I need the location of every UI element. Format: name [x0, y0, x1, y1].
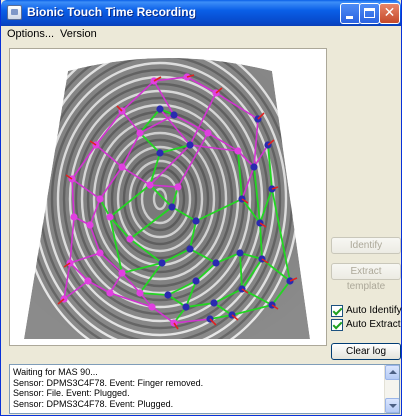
scroll-up-arrow-icon[interactable] [385, 365, 399, 380]
auto-extract-checkbox[interactable] [331, 319, 343, 331]
menu-version[interactable]: Version [60, 28, 97, 40]
auto-identify-checkbox[interactable] [331, 305, 343, 317]
log-line: Waiting for MAS 90... [13, 367, 98, 377]
identify-button[interactable]: Identify [331, 237, 401, 254]
close-icon: ✕ [383, 5, 396, 21]
minimize-icon [346, 16, 353, 19]
log-line: Sensor: File. Event: Plugged. [13, 388, 130, 398]
title-bar[interactable]: Bionic Touch Time Recording ✕ [1, 0, 401, 26]
main-window: Bionic Touch Time Recording ✕ Options...… [0, 0, 402, 416]
log-line: Sensor: DPMS3C4F78. Event: Plugged. [13, 399, 174, 409]
menu-bar: Options... Version [2, 27, 400, 42]
app-icon[interactable] [7, 5, 22, 20]
minimize-button[interactable] [340, 3, 361, 24]
log-scrollbar[interactable] [384, 365, 399, 413]
maximize-icon [364, 8, 375, 18]
auto-identify-label: Auto Identify [346, 305, 402, 316]
window-title: Bionic Touch Time Recording [27, 5, 196, 19]
close-button[interactable]: ✕ [379, 3, 400, 24]
scroll-down-arrow-icon[interactable] [385, 398, 399, 413]
clear-log-button[interactable]: Clear log [331, 343, 401, 360]
auto-extract-label: Auto Extract [346, 319, 401, 330]
fingerprint-view [9, 48, 327, 346]
fingerprint-image [10, 49, 326, 345]
log-line: Sensor: DPMS3C4F78. Event: Finger remove… [13, 378, 204, 388]
event-log[interactable]: Waiting for MAS 90... Sensor: DPMS3C4F78… [9, 364, 400, 414]
extract-template-button[interactable]: Extract template [331, 263, 401, 292]
maximize-button[interactable] [359, 3, 380, 24]
menu-options[interactable]: Options... [7, 28, 54, 40]
fingerprint-svg [10, 49, 326, 345]
